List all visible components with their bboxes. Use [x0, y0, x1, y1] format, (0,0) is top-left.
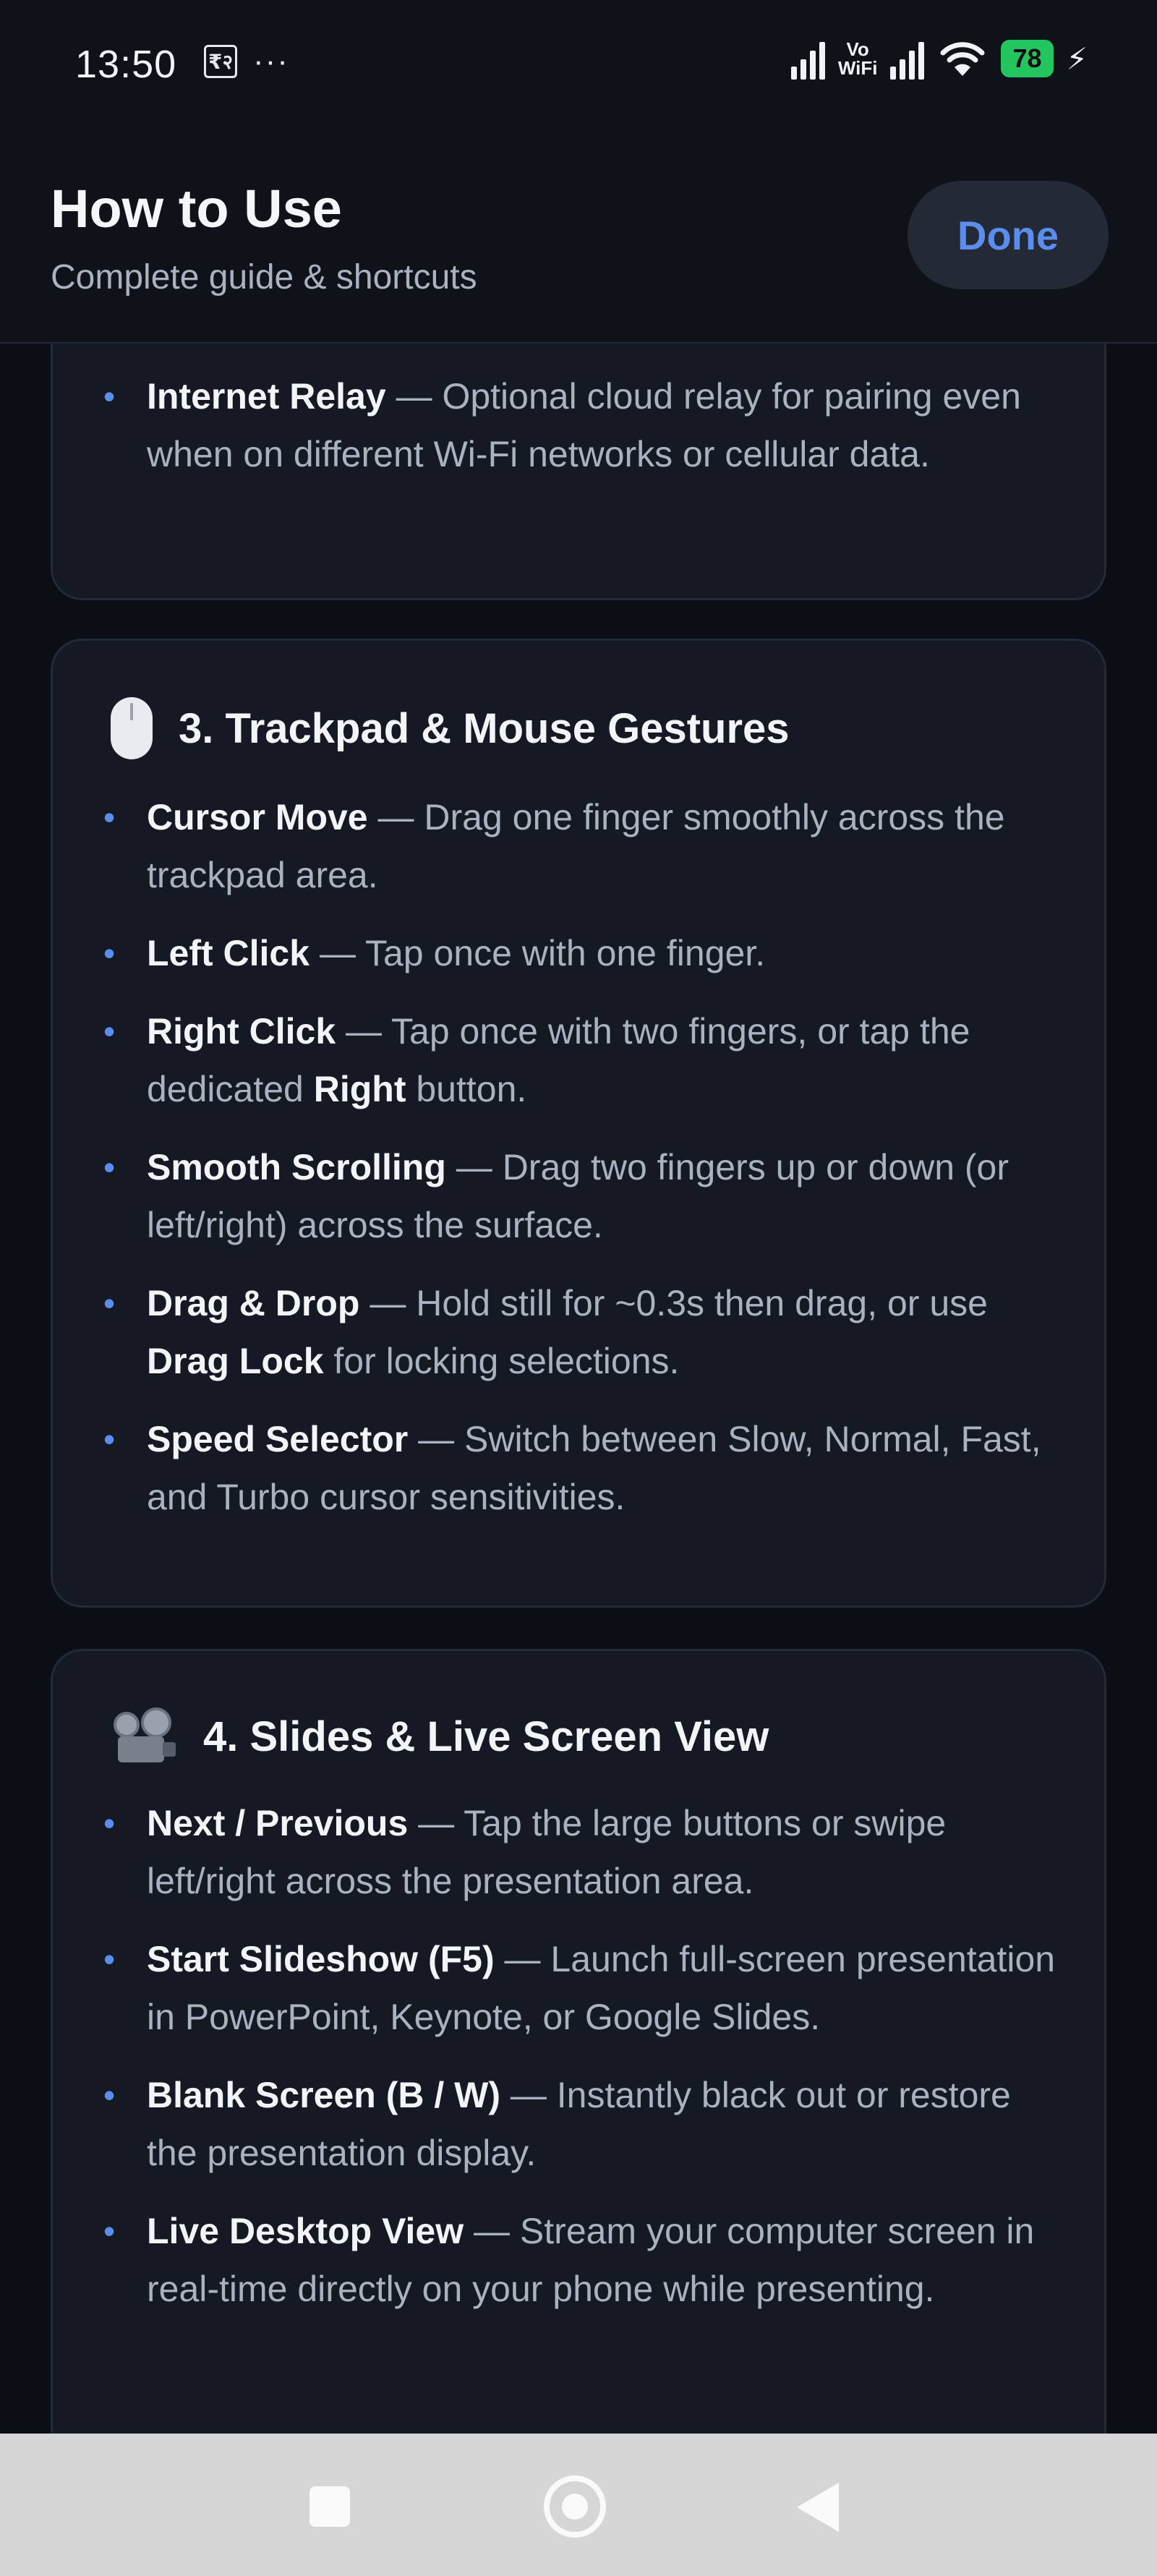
vowifi-bottom: WiFi [837, 57, 878, 79]
list-item: Left Click — Tap once with one finger. [53, 924, 1104, 982]
list-item: Live Desktop View — Stream your computer… [53, 2202, 1104, 2318]
item-term: Next / Previous [147, 1803, 409, 1843]
signal-icon [790, 38, 825, 80]
page-subtitle: Complete guide & shortcuts [51, 258, 477, 297]
film-projector-icon [111, 1707, 177, 1765]
list-item: Right Click — Tap once with two fingers,… [53, 1002, 1104, 1118]
card-slides: 4. Slides & Live Screen View Next / Prev… [51, 1649, 1106, 2434]
section-title: 4. Slides & Live Screen View [203, 1713, 769, 1760]
list-item: Smooth Scrolling — Drag two fingers up o… [53, 1138, 1104, 1254]
item-term: Internet Relay [147, 376, 386, 417]
section-title: 3. Trackpad & Mouse Gestures [179, 704, 790, 752]
system-nav-bar [0, 2434, 1157, 2576]
list-item: Speed Selector — Switch between Slow, No… [53, 1410, 1104, 1526]
computer-mouse-icon [111, 697, 153, 759]
item-term: Right Click [147, 1011, 336, 1052]
list-item: Blank Screen (B / W) — Instantly black o… [53, 2066, 1104, 2182]
item-term: Left Click [147, 933, 310, 973]
list-item: Next / Previous — Tap the large buttons … [53, 1794, 1104, 1910]
item-term: Blank Screen (B / W) [147, 2075, 500, 2115]
card-header: 4. Slides & Live Screen View [111, 1707, 1104, 1765]
item-term: Start Slideshow (F5) [147, 1939, 495, 1979]
wifi-icon [940, 42, 985, 76]
back-triangle-icon[interactable] [797, 2483, 839, 2532]
list-item: Start Slideshow (F5) — Launch full-scree… [53, 1930, 1104, 2046]
item-term: Speed Selector [147, 1419, 409, 1459]
list-item: Cursor Move — Drag one finger smoothly a… [53, 788, 1104, 904]
more-notifications-icon: ··· [253, 43, 289, 79]
item-term: Live Desktop View [147, 2211, 464, 2251]
signal-icon-2 [890, 38, 925, 80]
item-desc-tail: button. [406, 1069, 527, 1109]
item-term-inline: Right [313, 1069, 406, 1109]
status-left-icons: ₹२ ··· [204, 45, 289, 78]
app-header: How to Use Complete guide & shortcuts Do… [0, 130, 1157, 344]
item-desc-tail: for locking selections. [323, 1341, 680, 1381]
status-right-icons: Vo WiFi 78 ⚡ [790, 38, 1088, 80]
status-bar: 13:50 ₹२ ··· Vo WiFi 78 ⚡ [0, 0, 1157, 130]
item-term: Cursor Move [147, 797, 368, 837]
status-time: 13:50 [75, 43, 177, 86]
guide-content[interactable]: Internet Relay — Optional cloud relay fo… [0, 344, 1157, 2434]
item-desc: — Hold still for ~0.3s then drag, or use [359, 1283, 988, 1323]
list-item: Internet Relay — Optional cloud relay fo… [53, 367, 1104, 483]
item-desc: — Tap once with one finger. [309, 933, 766, 973]
charging-bolt-icon: ⚡ [1066, 41, 1088, 76]
currency-notification-icon: ₹२ [204, 45, 237, 78]
page-title: How to Use [51, 179, 342, 239]
done-button[interactable]: Done [908, 181, 1109, 289]
card-header: 3. Trackpad & Mouse Gestures [111, 697, 1104, 759]
home-circle-icon[interactable] [544, 2475, 606, 2538]
recents-square-icon[interactable] [309, 2486, 350, 2527]
list-item: Drag & Drop — Hold still for ~0.3s then … [53, 1274, 1104, 1390]
card-trackpad: 3. Trackpad & Mouse Gestures Cursor Move… [51, 639, 1106, 1608]
battery-indicator: 78 [1001, 40, 1054, 77]
item-term: Smooth Scrolling [147, 1147, 446, 1187]
item-term-inline: Drag Lock [147, 1341, 324, 1381]
card-connection: Internet Relay — Optional cloud relay fo… [51, 344, 1106, 600]
item-term: Drag & Drop [147, 1283, 360, 1323]
vowifi-icon: Vo WiFi [838, 40, 878, 77]
vowifi-top: Vo [846, 38, 869, 60]
